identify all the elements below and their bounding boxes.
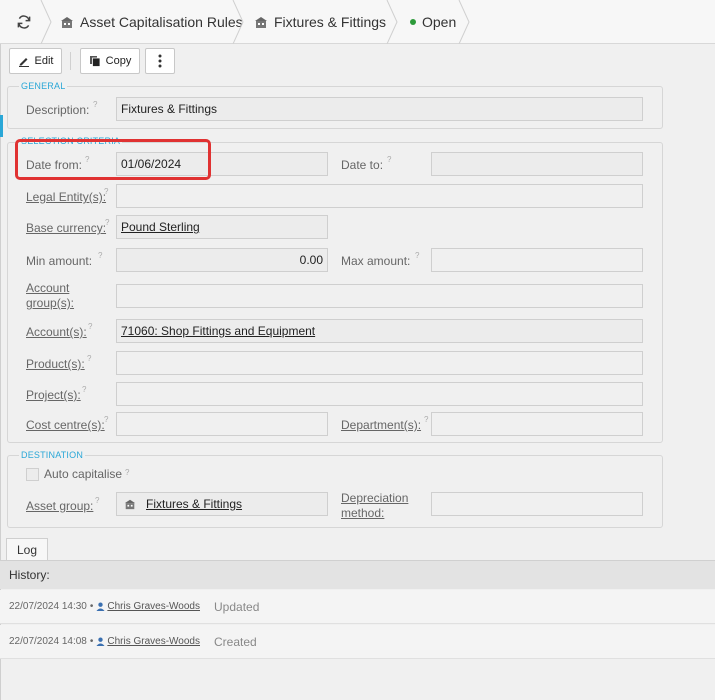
breadcrumb-label: Fixtures & Fittings: [274, 14, 387, 30]
status-badge: Open: [410, 0, 456, 44]
status-dot-icon: [410, 19, 416, 25]
description-field[interactable]: Fixtures & Fittings: [116, 97, 643, 121]
date-from-label: Date from:: [26, 158, 83, 172]
toolbar: Edit Copy: [0, 44, 715, 82]
log-user-link[interactable]: Chris Graves-Woods: [107, 601, 200, 612]
destination-legend: DESTINATION: [19, 450, 86, 460]
building-icon: [61, 17, 73, 28]
breadcrumb-item-rules[interactable]: Asset Capitalisation Rules: [60, 0, 243, 44]
log-action: Created: [214, 634, 257, 649]
max-amount-label: Max amount:: [341, 254, 411, 268]
log-user-link[interactable]: Chris Graves-Woods: [107, 636, 200, 647]
breadcrumb-separator: [40, 0, 52, 44]
status-label: Open: [422, 14, 457, 30]
kebab-menu-icon: [158, 54, 162, 68]
max-amount-field[interactable]: [431, 248, 643, 272]
date-to-field[interactable]: [431, 152, 643, 176]
department-field[interactable]: [431, 412, 643, 436]
depreciation-method-label[interactable]: Depreciation method:: [341, 491, 408, 521]
products-field[interactable]: [116, 351, 643, 375]
breadcrumb: Asset Capitalisation Rules Fixtures & Fi…: [0, 0, 715, 44]
asset-group-field[interactable]: Fixtures & Fittings: [116, 492, 328, 516]
help-icon: ?: [125, 468, 130, 477]
log-bullet: •: [89, 636, 94, 647]
auto-capitalise-checkbox[interactable]: [26, 468, 39, 481]
min-amount-field[interactable]: 0.00: [116, 248, 328, 272]
log-entry: 22/07/2024 14:08 • Chris Graves-Woods Cr…: [0, 625, 715, 659]
breadcrumb-label: Asset Capitalisation Rules: [80, 14, 243, 30]
legal-entity-label[interactable]: Legal Entity(s):: [26, 190, 106, 205]
toolbar-divider: [70, 52, 71, 70]
asset-group-label[interactable]: Asset group:: [26, 499, 93, 514]
breadcrumb-separator: [386, 0, 398, 44]
date-to-label: Date to:: [341, 158, 384, 172]
auto-capitalise-label: Auto capitalise: [44, 467, 123, 481]
department-label[interactable]: Department(s):: [341, 418, 421, 433]
log-bullet: •: [89, 601, 94, 612]
base-currency-field[interactable]: Pound Sterling: [116, 215, 328, 239]
help-icon: ?: [87, 354, 92, 363]
cost-centre-label[interactable]: Cost centre(s):: [26, 418, 105, 433]
user-icon: [96, 637, 105, 646]
base-currency-label[interactable]: Base currency:: [26, 221, 106, 236]
edit-button[interactable]: Edit: [9, 48, 62, 74]
help-icon: ?: [98, 251, 103, 260]
user-icon: [96, 602, 105, 611]
help-icon: ?: [85, 155, 90, 164]
building-icon: [255, 17, 267, 28]
left-accent-mark: [0, 115, 3, 137]
depreciation-method-field[interactable]: [431, 492, 643, 516]
history-header: History:: [0, 560, 715, 589]
general-legend: GENERAL: [19, 81, 68, 91]
help-icon: ?: [105, 218, 110, 227]
help-icon: ?: [424, 415, 429, 424]
pencil-icon: [18, 58, 29, 67]
accounts-field[interactable]: 71060: Shop Fittings and Equipment: [116, 319, 643, 343]
building-icon: [124, 499, 136, 510]
account-group-label[interactable]: Account group(s):: [26, 281, 74, 311]
date-from-field[interactable]: 01/06/2024: [116, 152, 328, 176]
help-icon: ?: [93, 100, 98, 109]
products-label[interactable]: Product(s):: [26, 357, 85, 372]
log-action: Updated: [214, 599, 260, 614]
log-timestamp: 22/07/2024 14:30: [9, 601, 87, 612]
help-icon: ?: [387, 155, 392, 164]
legal-entity-field[interactable]: [116, 184, 643, 208]
breadcrumb-item-record[interactable]: Fixtures & Fittings: [254, 0, 386, 44]
min-amount-label: Min amount:: [26, 254, 93, 268]
selection-criteria-legend: SELECTION CRITERIA: [19, 136, 123, 146]
description-label: Description:: [26, 103, 90, 117]
account-group-field[interactable]: [116, 284, 643, 308]
projects-label[interactable]: Project(s):: [26, 388, 81, 403]
accounts-label[interactable]: Account(s):: [26, 325, 87, 340]
tab-log[interactable]: Log: [6, 538, 48, 560]
help-icon: ?: [88, 322, 93, 331]
cost-centre-field[interactable]: [116, 412, 328, 436]
more-options-button[interactable]: [145, 48, 175, 74]
refresh-icon: [17, 15, 31, 29]
projects-field[interactable]: [116, 382, 643, 406]
refresh-button[interactable]: [14, 0, 34, 44]
help-icon: ?: [104, 187, 109, 196]
breadcrumb-separator: [458, 0, 470, 44]
help-icon: ?: [95, 496, 100, 505]
help-icon: ?: [415, 251, 420, 260]
log-timestamp: 22/07/2024 14:08: [9, 636, 87, 647]
help-icon: ?: [104, 415, 109, 424]
copy-button[interactable]: Copy: [80, 48, 140, 74]
log-entry: 22/07/2024 14:30 • Chris Graves-Woods Up…: [0, 590, 715, 624]
help-icon: ?: [82, 385, 87, 394]
breadcrumb-separator: [232, 0, 244, 44]
copy-icon: [89, 56, 101, 67]
